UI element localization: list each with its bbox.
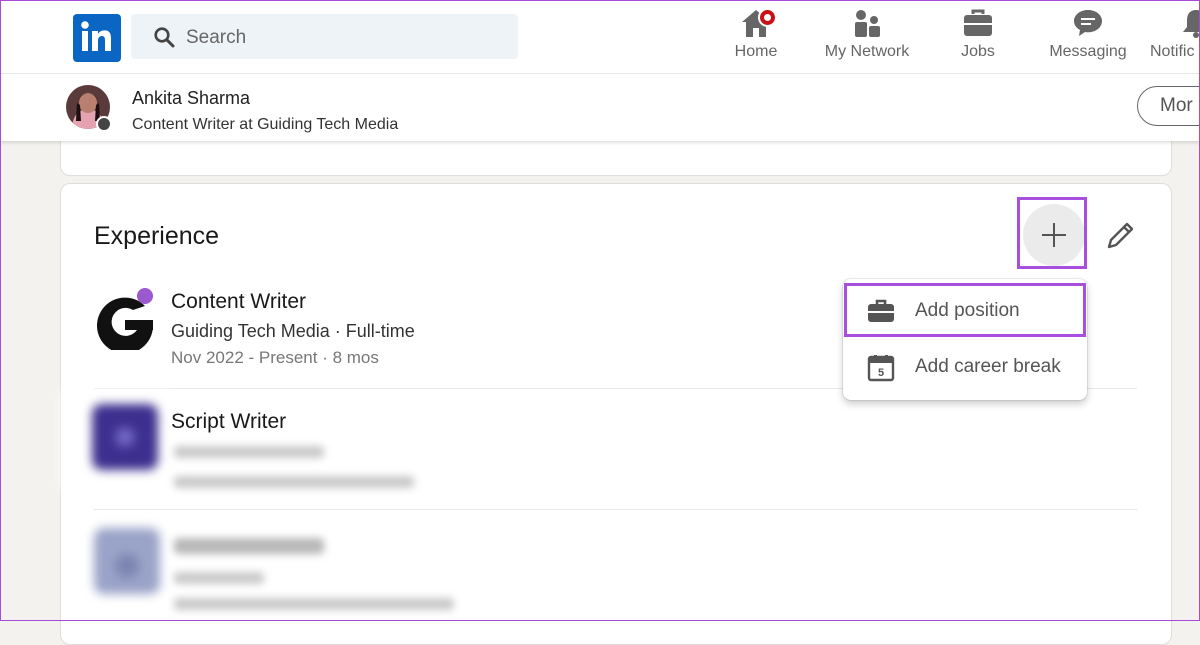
sticky-profile-bar: Ankita Sharma Content Writer at Guiding … [0,74,1200,141]
blurred-text [174,598,454,610]
nav-notifications[interactable]: Notific [1150,6,1200,68]
position-divider [94,509,1137,510]
company-logo-blurred [94,528,160,594]
company-logo-guiding-tech[interactable] [93,286,161,350]
highlight-box-add-position [844,283,1086,337]
menu-item-label: Add career break [915,356,1061,377]
presence-indicator [96,116,112,132]
calendar-day-number: 5 [878,367,884,379]
briefcase-icon [964,9,992,36]
position-title[interactable]: Script Writer [171,410,286,434]
search-placeholder: Search [186,27,247,48]
nav-messaging[interactable]: Messaging [1044,6,1132,68]
bell-icon [1183,10,1200,38]
search-input[interactable]: Search [131,14,518,59]
position-dates: Nov 2022 - Present · 8 mos [171,348,379,367]
blurred-text [174,572,264,584]
search-icon [154,27,175,48]
nav-my-network-label: My Network [824,43,910,60]
people-icon [855,10,880,37]
nav-jobs[interactable]: Jobs [950,6,1006,68]
linkedin-logo-icon[interactable] [73,14,121,62]
nav-my-network[interactable]: My Network [818,6,916,68]
edit-pencil-icon[interactable] [1104,218,1138,252]
nav-home[interactable]: Home [726,6,786,68]
nav-home-label: Home [734,43,778,60]
more-button[interactable]: Mor [1137,86,1200,126]
global-nav: Search Home My Network Jobs Messaging No… [0,0,1200,74]
nav-messaging-label: Messaging [1049,43,1127,60]
company-logo-blurred [92,404,158,470]
position-title[interactable]: Content Writer [171,290,306,314]
calendar-icon: 5 [867,355,895,382]
experience-section-title: Experience [94,222,220,250]
nav-jobs-label: Jobs [961,43,995,60]
profile-headline: Content Writer at Guiding Tech Media [132,116,399,133]
blurred-text [174,476,414,488]
highlight-box-add-button [1017,197,1087,269]
position-company: Guiding Tech Media · Full-time [171,321,415,341]
nav-notifications-label: Notific [1150,43,1195,60]
notification-dot [758,8,777,27]
blurred-text [174,446,324,458]
chat-icon [1074,10,1102,36]
menu-item-add-career-break[interactable]: 5 Add career break [843,339,1087,394]
blurred-text [174,538,324,554]
profile-name: Ankita Sharma [132,88,251,108]
